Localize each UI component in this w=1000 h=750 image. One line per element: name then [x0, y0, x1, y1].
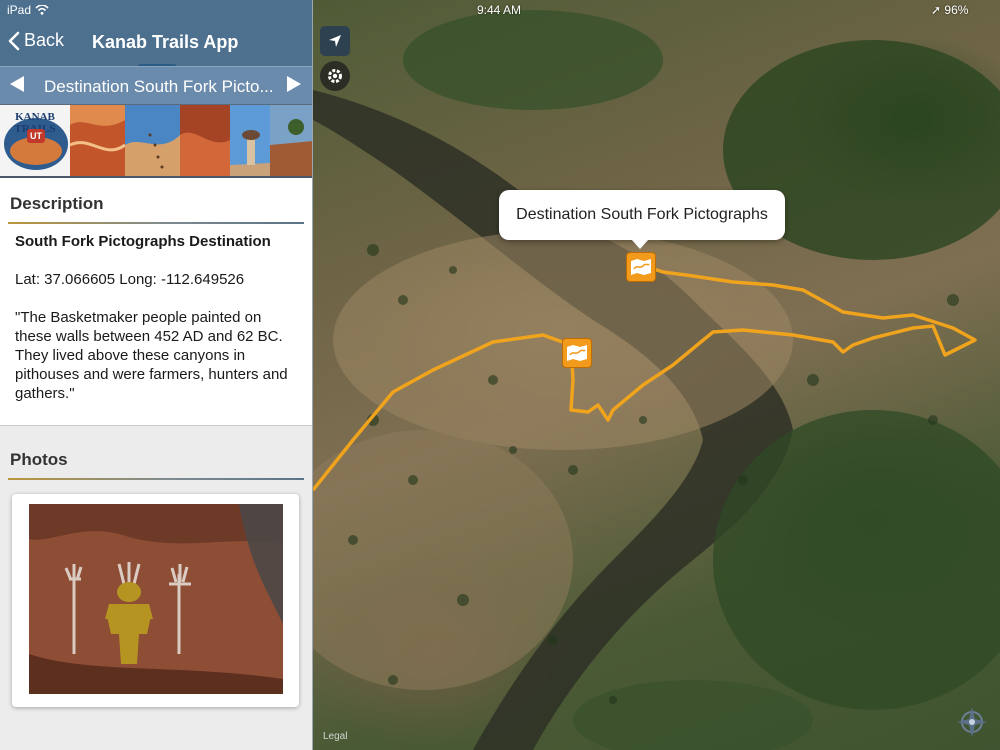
description-section: Description South Fork Pictographs Desti…: [0, 178, 312, 426]
prev-destination-button[interactable]: [9, 75, 25, 99]
back-label: Back: [24, 30, 65, 50]
device-label: iPad: [7, 3, 32, 17]
legal-link[interactable]: Legal: [323, 731, 347, 742]
gear-icon: [328, 69, 342, 83]
settings-button[interactable]: [320, 61, 350, 91]
pictograph-photo[interactable]: [29, 504, 283, 694]
next-destination-button[interactable]: [286, 75, 302, 99]
trail-route[interactable]: [313, 0, 1000, 750]
map-marker-icon: [631, 259, 651, 275]
map-marker-icon: [567, 345, 587, 361]
coordinates-text: Lat: 37.066605 Long: -112.649526: [15, 271, 245, 288]
map-callout[interactable]: Destination South Fork Pictographs: [499, 190, 785, 249]
destination-name: South Fork Pictographs Destination: [15, 233, 271, 250]
battery-level: 96%: [944, 3, 969, 17]
description-body: South Fork Pictographs Destination Lat: …: [0, 224, 312, 425]
sidebar-panel: iPad Back Kanab Trails App Destination S…: [0, 0, 313, 750]
section-divider: [8, 478, 304, 480]
logo-badge: UT: [27, 129, 45, 143]
app-title: Kanab Trails App: [92, 32, 239, 52]
pictograph-image: [29, 504, 283, 694]
trailhead-marker[interactable]: [562, 338, 592, 368]
status-time: 9:44 AM: [477, 3, 522, 17]
header-banner: KANAB TRAILS UT: [0, 104, 312, 178]
compass-icon[interactable]: [956, 706, 988, 738]
photos-section: Photos: [0, 426, 312, 707]
destination-bar: Destination South Fork Picto...: [0, 66, 312, 104]
status-battery: ➚ 96%: [931, 3, 968, 17]
location-status-icon: ➚: [931, 3, 942, 17]
location-arrow-icon: [329, 35, 341, 47]
triangle-left-icon: [10, 76, 24, 92]
navigation-bar: iPad Back Kanab Trails App: [0, 0, 312, 68]
chevron-left-icon: [8, 31, 20, 50]
destination-title: Destination South Fork Picto...: [44, 77, 272, 96]
wifi-icon: [35, 5, 49, 15]
triangle-right-icon: [287, 76, 301, 92]
status-left: iPad: [7, 3, 49, 17]
destination-marker[interactable]: [626, 252, 656, 282]
photo-card[interactable]: [12, 494, 299, 707]
back-button[interactable]: Back: [8, 30, 64, 51]
locate-button[interactable]: [320, 26, 350, 56]
description-text: "The Basketmaker people painted on these…: [15, 309, 288, 402]
description-heading: Description: [10, 194, 104, 213]
map-view[interactable]: 9:44 AM ➚ 96% Destination South Fork Pic…: [313, 0, 1000, 750]
photos-heading: Photos: [10, 450, 68, 469]
